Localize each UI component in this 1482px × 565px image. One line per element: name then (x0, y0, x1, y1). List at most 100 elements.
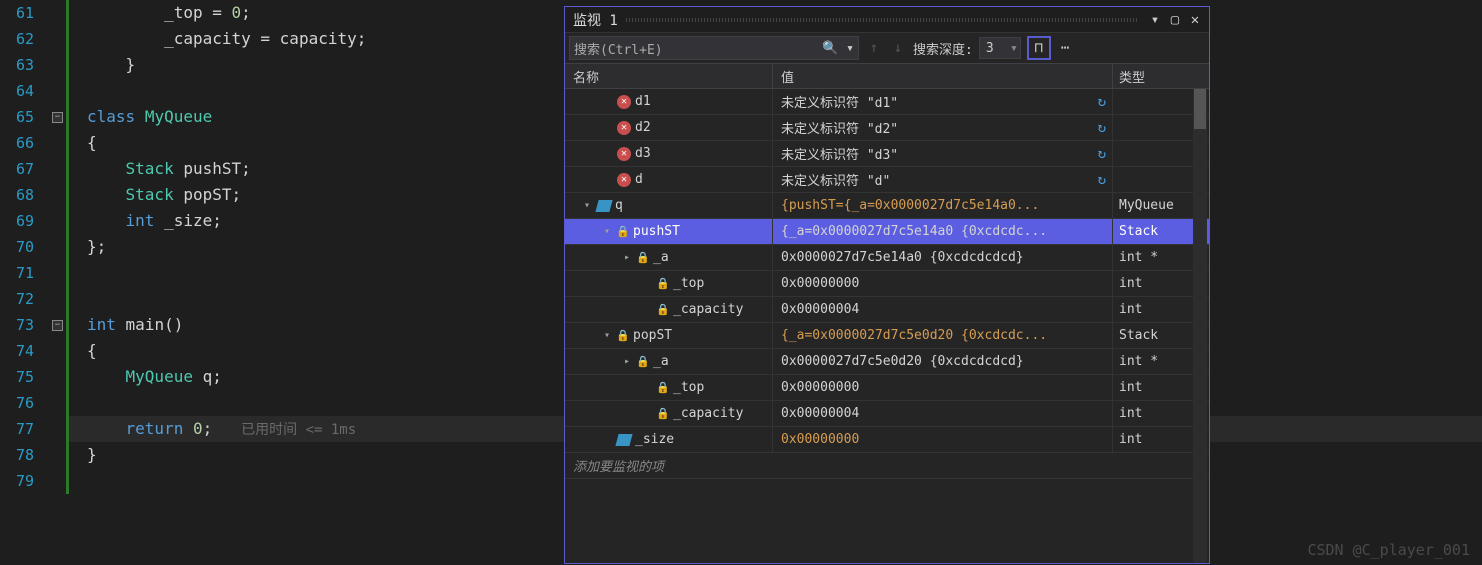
watch-name: _a (653, 354, 669, 369)
watch-row[interactable]: ✕d3未定义标识符 "d3"↻ (565, 141, 1209, 167)
fold-box[interactable]: − (52, 312, 66, 338)
watch-name: _top (673, 380, 704, 395)
watch-title-bar[interactable]: 监视 1 ▾ ▢ ✕ (565, 7, 1209, 33)
expander-icon[interactable]: ▾ (601, 330, 613, 342)
line-number: 78 (0, 442, 34, 468)
line-number: 63 (0, 52, 34, 78)
error-icon: ✕ (617, 147, 631, 161)
watch-value: 0x0000027d7c5e0d20 {0xcdcdcdcd} (773, 349, 1113, 374)
watch-row[interactable]: ✕d2未定义标识符 "d2"↻ (565, 115, 1209, 141)
grip-handle[interactable] (626, 18, 1137, 22)
chevron-down-icon[interactable]: ▾ (1010, 41, 1020, 56)
scrollbar[interactable] (1193, 89, 1207, 563)
fold-box[interactable] (52, 52, 66, 78)
fold-box[interactable] (52, 130, 66, 156)
fold-box[interactable]: − (52, 104, 66, 130)
search-icon[interactable]: 🔍 ▾ (822, 41, 854, 56)
watch-name: d1 (635, 94, 651, 109)
line-number: 66 (0, 130, 34, 156)
scrollbar-thumb[interactable] (1194, 89, 1206, 129)
line-number: 79 (0, 468, 34, 494)
fold-box[interactable] (52, 286, 66, 312)
watch-row[interactable]: 🔒_capacity0x00000004int (565, 401, 1209, 427)
expander-icon[interactable] (641, 382, 653, 394)
watch-row[interactable]: 🔒_top0x00000000int (565, 271, 1209, 297)
watch-row[interactable]: ✕d未定义标识符 "d"↻ (565, 167, 1209, 193)
pin-button[interactable]: ⊓ (1027, 36, 1051, 60)
expander-icon[interactable]: ▾ (601, 226, 613, 238)
expander-icon[interactable] (641, 304, 653, 316)
object-icon (615, 434, 632, 446)
expander-icon[interactable] (601, 96, 613, 108)
fold-box[interactable] (52, 0, 66, 26)
line-number: 62 (0, 26, 34, 52)
depth-input[interactable]: 3 ▾ (979, 37, 1021, 59)
watch-row[interactable]: ✕d1未定义标识符 "d1"↻ (565, 89, 1209, 115)
col-name-header[interactable]: 名称 (565, 64, 773, 88)
watch-value: 0x00000004 (773, 401, 1113, 426)
next-icon[interactable]: ↓ (889, 40, 907, 56)
line-number: 76 (0, 390, 34, 416)
add-watch-row[interactable]: 添加要监视的项 (565, 453, 1209, 479)
line-number: 75 (0, 364, 34, 390)
watch-row[interactable]: _size0x00000000int (565, 427, 1209, 453)
col-type-header[interactable]: 类型 (1113, 64, 1209, 88)
fold-box[interactable] (52, 26, 66, 52)
fold-box[interactable] (52, 442, 66, 468)
line-number: 68 (0, 182, 34, 208)
line-number-gutter: 61626364656667686970717273747576777879 (0, 0, 52, 565)
watch-row[interactable]: ▸🔒_a0x0000027d7c5e14a0 {0xcdcdcdcd}int * (565, 245, 1209, 271)
prev-icon[interactable]: ↑ (865, 40, 883, 56)
col-value-header[interactable]: 值 (773, 64, 1113, 88)
fold-box[interactable] (52, 78, 66, 104)
fold-box[interactable] (52, 468, 66, 494)
expander-icon[interactable]: ▾ (581, 200, 593, 212)
refresh-icon[interactable]: ↻ (1098, 94, 1106, 110)
close-icon[interactable]: ✕ (1185, 12, 1205, 28)
watch-value: 未定义标识符 "d1"↻ (773, 89, 1113, 114)
watch-name: _size (635, 432, 674, 447)
refresh-icon[interactable]: ↻ (1098, 172, 1106, 188)
expander-icon[interactable] (601, 434, 613, 446)
watch-row[interactable]: ▸🔒_a0x0000027d7c5e0d20 {0xcdcdcdcd}int * (565, 349, 1209, 375)
watch-row[interactable]: ▾🔒pushST{_a=0x0000027d7c5e14a0 {0xcdcdc.… (565, 219, 1209, 245)
fold-box[interactable] (52, 156, 66, 182)
lock-icon: 🔒 (617, 226, 629, 238)
watch-value: 0x00000000 (773, 427, 1113, 452)
watch-row[interactable]: ▾🔒popST{_a=0x0000027d7c5e0d20 {0xcdcdc..… (565, 323, 1209, 349)
maximize-icon[interactable]: ▢ (1165, 12, 1185, 28)
watch-name: _a (653, 250, 669, 265)
fold-box[interactable] (52, 260, 66, 286)
expander-icon[interactable]: ▸ (621, 252, 633, 264)
expander-icon[interactable] (601, 148, 613, 160)
more-icon[interactable]: ⋯ (1057, 40, 1073, 56)
fold-box[interactable] (52, 416, 66, 442)
watch-row[interactable]: 🔒_top0x00000000int (565, 375, 1209, 401)
search-input[interactable]: 搜索(Ctrl+E) 🔍 ▾ (569, 36, 859, 60)
watch-value: 0x00000000 (773, 375, 1113, 400)
refresh-icon[interactable]: ↻ (1098, 146, 1106, 162)
fold-box[interactable] (52, 234, 66, 260)
expander-icon[interactable] (641, 408, 653, 420)
fold-box[interactable] (52, 182, 66, 208)
watch-body[interactable]: ✕ d1 未定义标识符 "d1"↻✕d2未定义标识符 "d2"↻✕d3未定义标识符 … (565, 89, 1209, 563)
dropdown-icon[interactable]: ▾ (1145, 12, 1165, 28)
lock-icon: 🔒 (637, 356, 649, 368)
line-number: 70 (0, 234, 34, 260)
depth-value: 3 (986, 41, 994, 56)
expander-icon[interactable] (601, 174, 613, 186)
expander-icon[interactable] (641, 278, 653, 290)
refresh-icon[interactable]: ↻ (1098, 120, 1106, 136)
fold-box[interactable] (52, 364, 66, 390)
expander-icon[interactable]: ▸ (621, 356, 633, 368)
watch-value: {_a=0x0000027d7c5e0d20 {0xcdcdc... (773, 323, 1113, 348)
watch-row[interactable]: 🔒_capacity0x00000004int (565, 297, 1209, 323)
line-number: 69 (0, 208, 34, 234)
line-number: 67 (0, 156, 34, 182)
watch-row[interactable]: ▾q{pushST={_a=0x0000027d7c5e14a0...MyQue… (565, 193, 1209, 219)
fold-box[interactable] (52, 390, 66, 416)
expander-icon[interactable] (601, 122, 613, 134)
fold-box[interactable] (52, 208, 66, 234)
fold-box[interactable] (52, 338, 66, 364)
watch-name: pushST (633, 224, 680, 239)
